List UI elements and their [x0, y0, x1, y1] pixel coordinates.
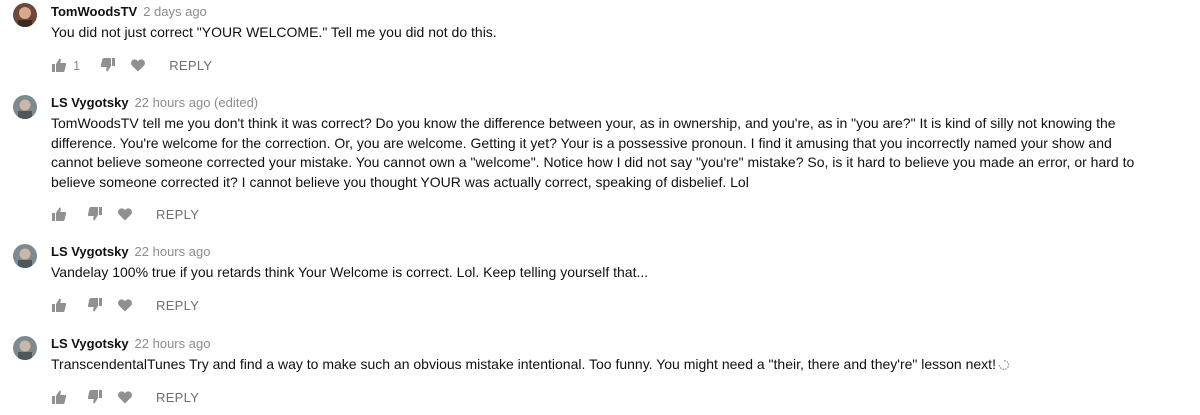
comment-text-content: TranscendentalTunes Try and find a way t… — [51, 356, 996, 372]
loading-spinner-icon — [998, 357, 1010, 377]
heart-icon[interactable] — [117, 206, 133, 222]
comment-2: LS Vygotsky 22 hours ago (edited) TomWood… — [0, 88, 1200, 228]
comment-author[interactable]: LS Vygotsky — [51, 95, 129, 110]
avatar[interactable] — [13, 244, 37, 268]
comment-timestamp[interactable]: 22 hours ago (edited) — [135, 95, 259, 110]
thumbs-up-icon[interactable] — [51, 297, 67, 313]
comment-text: You did not just correct "YOUR WELCOME."… — [51, 24, 497, 40]
comment-3: LS Vygotsky 22 hours ago Vandelay 100% tr… — [0, 236, 1200, 320]
heart-icon[interactable] — [117, 297, 133, 313]
comment-1: TomWoodsTV 2 days ago You did not just co… — [0, 0, 1200, 80]
comment-timestamp[interactable]: 2 days ago — [143, 4, 207, 19]
comment-timestamp[interactable]: 22 hours ago — [135, 244, 211, 259]
thumbs-down-icon[interactable] — [100, 57, 116, 73]
comment-author[interactable]: LS Vygotsky — [51, 244, 129, 259]
comment-author[interactable]: TomWoodsTV — [51, 4, 137, 19]
thumbs-down-icon[interactable] — [87, 297, 103, 313]
comment-text: Vandelay 100% true if you retards think … — [51, 264, 649, 280]
like-count: 1 — [73, 57, 81, 73]
thumbs-up-icon[interactable] — [51, 57, 67, 73]
thumbs-down-icon[interactable] — [87, 206, 103, 222]
avatar[interactable] — [13, 95, 37, 119]
avatar[interactable] — [13, 3, 37, 27]
reply-button[interactable]: REPLY — [156, 207, 199, 222]
reply-button[interactable]: REPLY — [169, 58, 212, 73]
comment-author[interactable]: LS Vygotsky — [51, 336, 129, 351]
thumbs-down-icon[interactable] — [87, 389, 103, 405]
comment-timestamp[interactable]: 22 hours ago — [135, 336, 211, 351]
comment-4: LS Vygotsky 22 hours ago TranscendentalTu… — [0, 328, 1200, 415]
reply-button[interactable]: REPLY — [156, 390, 199, 405]
comment-text: TomWoodsTV tell me you don't think it wa… — [51, 115, 1135, 190]
heart-icon[interactable] — [117, 389, 133, 405]
thumbs-up-icon[interactable] — [51, 206, 67, 222]
comment-text: TranscendentalTunes Try and find a way t… — [51, 355, 1171, 377]
heart-icon[interactable] — [130, 57, 146, 73]
reply-button[interactable]: REPLY — [156, 298, 199, 313]
avatar[interactable] — [13, 336, 37, 360]
thumbs-up-icon[interactable] — [51, 389, 67, 405]
